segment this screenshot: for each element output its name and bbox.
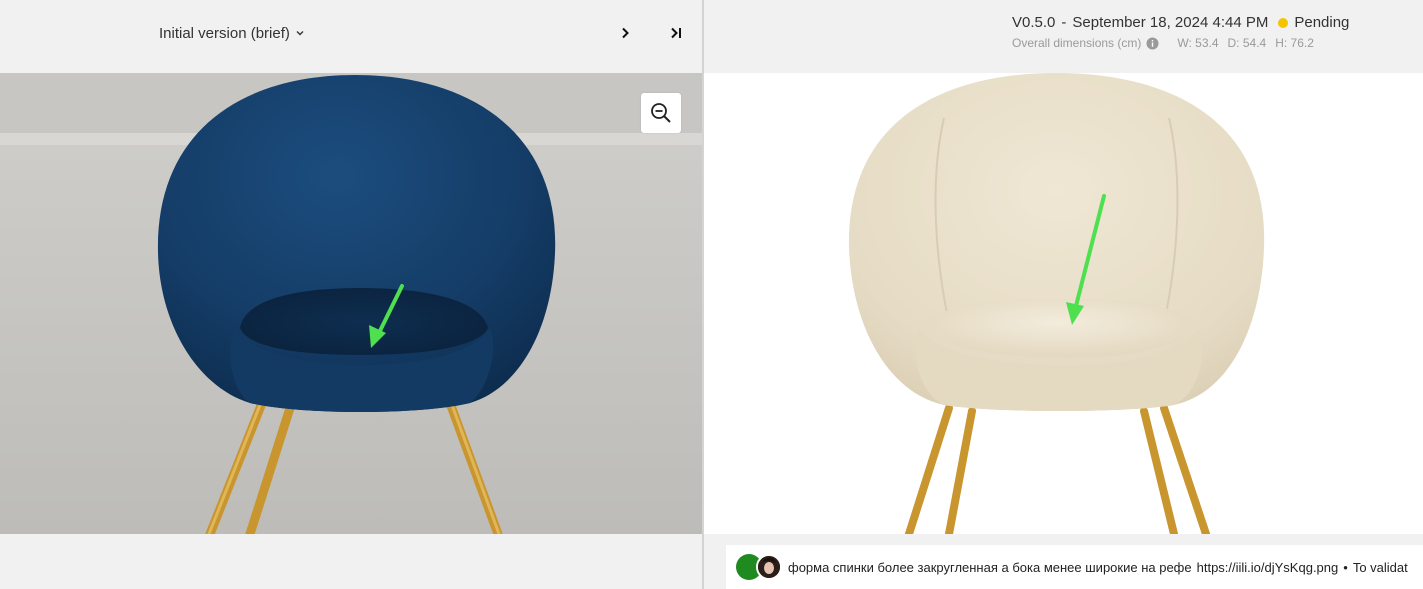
reference-chair-image [0,73,702,534]
version-dropdown-label: Initial version (brief) [159,24,290,42]
status-dot [1278,17,1289,28]
render-photo [704,73,1423,534]
dimension-width: W: 53.4 [1177,36,1219,50]
comment-row[interactable]: форма спинки более закругленная а бока м… [726,545,1423,589]
version-number: V0.5.0 [1012,14,1056,31]
comment-text: форма спинки более закругленная а бока м… [788,559,1192,575]
last-version-button[interactable] [666,22,688,44]
version-dropdown[interactable]: Initial version (brief) [159,22,305,44]
reference-header: Initial version (brief) [0,0,702,73]
reference-photo [0,73,702,534]
comment-status-action[interactable]: To validat [1353,560,1408,575]
reference-pane: Initial version (brief) [0,0,702,589]
next-version-button[interactable] [614,22,636,44]
app-root: Initial version (brief) V0.5.0 - Septemb… [0,0,1423,589]
skip-to-end-icon [671,27,681,39]
zoom-button[interactable] [641,93,681,133]
dimension-height: H: 76.2 [1275,36,1314,50]
dimensions-info: Overall dimensions (cm) W: 53.4 D: 54.4 … [1012,36,1323,50]
version-date: September 18, 2024 4:44 PM [1072,14,1269,31]
dimension-depth: D: 54.4 [1227,36,1267,50]
info-icon[interactable] [1146,37,1159,50]
status-badge: Pending [1294,14,1350,31]
zoom-out-icon [651,103,671,123]
comment-link[interactable]: https://iili.io/djYsKqg.png [1197,560,1339,575]
chevron-down-icon [296,31,304,36]
version-info: V0.5.0 - September 18, 2024 4:44 PM Pend… [1012,14,1349,31]
dimensions-label: Overall dimensions (cm) [1012,36,1142,50]
render-pane: V0.5.0 - September 18, 2024 4:44 PM Pend… [704,0,1423,589]
render-chair-image [704,73,1423,534]
comment-separator: • [1343,559,1348,575]
avatar [756,554,782,580]
chevron-right-icon [622,27,629,39]
version-separator: - [1061,14,1067,31]
